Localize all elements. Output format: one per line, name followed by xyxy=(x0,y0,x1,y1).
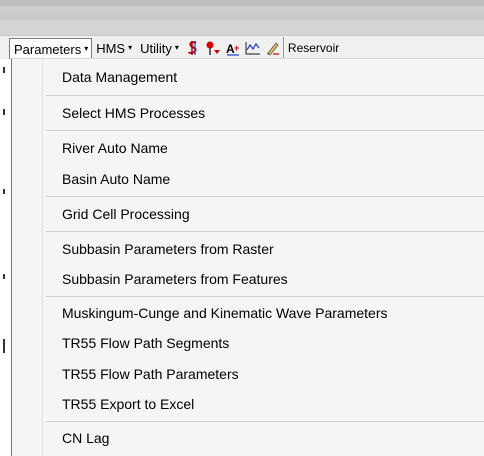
hms-toolbar: Parameters ▾ HMS ▾ Utility ▾ A + Reservo… xyxy=(0,35,484,61)
chevron-down-icon: ▾ xyxy=(84,44,89,53)
pin-tool-icon[interactable] xyxy=(203,37,223,59)
graph-tool-icon[interactable] xyxy=(243,37,263,59)
left-edge-artifacts xyxy=(0,59,10,455)
menu-item-select-hms-processes[interactable]: Select HMS Processes xyxy=(43,102,205,124)
menu-separator xyxy=(46,196,484,197)
chevron-down-icon: ▾ xyxy=(128,42,133,52)
edge-mark xyxy=(3,109,5,115)
edge-mark xyxy=(3,274,5,279)
hms-menu-label: HMS xyxy=(96,40,126,56)
text-label-tool-icon[interactable]: A + xyxy=(223,37,243,59)
menu-item-subbasin-parameters-from-raster[interactable]: Subbasin Parameters from Raster xyxy=(43,238,274,260)
menu-separator xyxy=(46,95,484,96)
menu-item-river-auto-name[interactable]: River Auto Name xyxy=(43,137,168,159)
edge-mark xyxy=(3,189,5,194)
title-band xyxy=(0,6,484,20)
parameters-dropdown-menu: Data Management Select HMS Processes Riv… xyxy=(11,58,484,456)
menu-item-subbasin-parameters-from-features[interactable]: Subbasin Parameters from Features xyxy=(43,268,288,290)
hms-menu[interactable]: HMS ▾ xyxy=(92,37,136,59)
menu-separator xyxy=(46,130,484,131)
utility-menu-label: Utility xyxy=(140,40,172,56)
menu-separator xyxy=(46,231,484,232)
menu-item-grid-cell-processing[interactable]: Grid Cell Processing xyxy=(43,203,190,225)
window-top-strip xyxy=(0,0,484,35)
menu-separator xyxy=(46,421,484,422)
menu-item-muskingum-cunge-parameters[interactable]: Muskingum-Cunge and Kinematic Wave Param… xyxy=(43,302,388,324)
menu-icon-gutter xyxy=(12,59,43,456)
edge-mark xyxy=(3,67,5,73)
menu-item-data-management[interactable]: Data Management xyxy=(43,66,177,88)
utility-menu[interactable]: Utility ▾ xyxy=(136,37,183,59)
chevron-down-icon: ▾ xyxy=(174,42,179,52)
menu-item-tr55-flow-path-parameters[interactable]: TR55 Flow Path Parameters xyxy=(43,363,239,385)
menu-separator xyxy=(46,296,484,297)
menu-item-basin-auto-name[interactable]: Basin Auto Name xyxy=(43,168,170,190)
menu-item-tr55-flow-path-segments[interactable]: TR55 Flow Path Segments xyxy=(43,332,229,354)
menu-item-cn-lag[interactable]: CN Lag xyxy=(43,427,109,449)
reservoir-button[interactable]: Reservoir xyxy=(282,37,344,59)
pencil-edit-icon[interactable] xyxy=(263,37,283,59)
dollar-like-tool-icon[interactable] xyxy=(183,37,203,59)
menu-item-tr55-export-to-excel[interactable]: TR55 Export to Excel xyxy=(43,393,194,415)
svg-text:+: + xyxy=(234,43,239,53)
parameters-menu-label: Parameters xyxy=(14,42,82,57)
edge-mark xyxy=(3,339,5,353)
